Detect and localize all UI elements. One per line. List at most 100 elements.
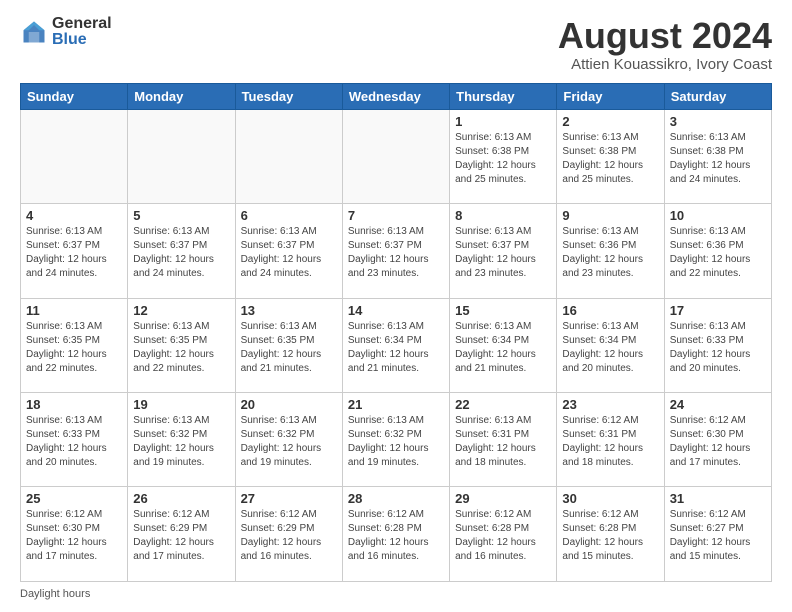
calendar-cell: 26 Sunrise: 6:12 AM Sunset: 6:29 PM Dayli… (128, 487, 235, 582)
calendar-cell: 4Sunrise: 6:13 AM Sunset: 6:37 PM Daylig… (21, 204, 128, 298)
day-number: 10 (670, 208, 766, 223)
day-info: Sunrise: 6:12 AM Sunset: 6:30 PM Dayligh… (26, 508, 122, 564)
day-info: Sunrise: 6:13 AM Sunset: 6:38 PM Dayligh… (455, 131, 551, 187)
day-number: 23 (562, 397, 658, 412)
day-number: 21 (348, 397, 444, 412)
col-wednesday: Wednesday (342, 83, 449, 109)
logo-general: General (52, 16, 112, 32)
day-info: Sunrise: 6:13 AM Sunset: 6:37 PM Dayligh… (455, 225, 551, 281)
day-info: Sunrise: 6:13 AM Sunset: 6:35 PM Dayligh… (241, 320, 337, 376)
day-info: Sunrise: 6:12 AM Sunset: 6:28 PM Dayligh… (455, 508, 551, 564)
header: General Blue August 2024 Attien Kouassik… (20, 16, 772, 73)
day-info: Sunrise: 6:13 AM Sunset: 6:32 PM Dayligh… (348, 414, 444, 470)
day-info: Sunrise: 6:12 AM Sunset: 6:31 PM Dayligh… (562, 414, 658, 470)
day-number: 14 (348, 303, 444, 318)
calendar-cell: 2 Sunrise: 6:13 AM Sunset: 6:38 PM Daylig… (557, 109, 664, 203)
day-number: 3 (670, 114, 766, 129)
calendar-cell: 22 Sunrise: 6:13 AM Sunset: 6:31 PM Dayli… (450, 393, 557, 487)
calendar-week-3: 11Sunrise: 6:13 AM Sunset: 6:35 PM Dayli… (21, 298, 772, 392)
calendar-cell: 3 Sunrise: 6:13 AM Sunset: 6:38 PM Daylig… (664, 109, 771, 203)
calendar-cell: 20 Sunrise: 6:13 AM Sunset: 6:32 PM Dayli… (235, 393, 342, 487)
title-block: August 2024 Attien Kouassikro, Ivory Coa… (558, 16, 772, 73)
day-info: Sunrise: 6:12 AM Sunset: 6:30 PM Dayligh… (670, 414, 766, 470)
day-number: 4 (26, 208, 122, 223)
calendar-cell: 13 Sunrise: 6:13 AM Sunset: 6:35 PM Dayli… (235, 298, 342, 392)
day-info: Sunrise: 6:13 AM Sunset: 6:33 PM Dayligh… (670, 320, 766, 376)
calendar-week-5: 25 Sunrise: 6:12 AM Sunset: 6:30 PM Dayli… (21, 487, 772, 582)
day-info: Sunrise: 6:12 AM Sunset: 6:28 PM Dayligh… (562, 508, 658, 564)
calendar-cell: 10 Sunrise: 6:13 AM Sunset: 6:36 PM Dayli… (664, 204, 771, 298)
day-number: 20 (241, 397, 337, 412)
day-number: 2 (562, 114, 658, 129)
page: General Blue August 2024 Attien Kouassik… (0, 0, 792, 612)
calendar-cell: 19Sunrise: 6:13 AM Sunset: 6:32 PM Dayli… (128, 393, 235, 487)
day-info: Sunrise: 6:12 AM Sunset: 6:29 PM Dayligh… (241, 508, 337, 564)
logo-text: General Blue (52, 16, 112, 48)
day-number: 25 (26, 491, 122, 506)
day-info: Sunrise: 6:13 AM Sunset: 6:36 PM Dayligh… (562, 225, 658, 281)
calendar-cell (235, 109, 342, 203)
day-number: 18 (26, 397, 122, 412)
calendar-week-2: 4 Sunrise: 6:13 AM Sunset: 6:37 PM Daylig… (21, 204, 772, 298)
day-info: Sunrise: 6:13 AM Sunset: 6:38 PM Dayligh… (562, 131, 658, 187)
col-sunday: Sunday (21, 83, 128, 109)
day-number: 29 (455, 491, 551, 506)
col-thursday: Thursday (450, 83, 557, 109)
day-number: 22 (455, 397, 551, 412)
calendar-header-row: Sunday Monday Tuesday Wednesday Thursday… (21, 83, 772, 109)
day-info: Sunrise: 6:13 AM Sunset: 6:34 PM Dayligh… (348, 320, 444, 376)
calendar-cell: 14 Sunrise: 6:13 AM Sunset: 6:34 PM Dayli… (342, 298, 449, 392)
day-info: Sunrise: 6:12 AM Sunset: 6:27 PM Dayligh… (670, 508, 766, 564)
col-friday: Friday (557, 83, 664, 109)
day-info: Sunrise: 6:13 AM Sunset: 6:35 PM Dayligh… (26, 320, 122, 376)
logo-icon (20, 18, 48, 46)
day-info: Sunrise: 6:13 AM Sunset: 6:37 PM Dayligh… (241, 225, 337, 281)
calendar-cell: 9 Sunrise: 6:13 AM Sunset: 6:36 PM Daylig… (557, 204, 664, 298)
day-info: Sunrise: 6:12 AM Sunset: 6:28 PM Dayligh… (348, 508, 444, 564)
day-number: 27 (241, 491, 337, 506)
day-info: Sunrise: 6:13 AM Sunset: 6:38 PM Dayligh… (670, 131, 766, 187)
day-info: Sunrise: 6:12 AM Sunset: 6:29 PM Dayligh… (133, 508, 229, 564)
day-info: Sunrise: 6:13 AM Sunset: 6:36 PM Dayligh… (670, 225, 766, 281)
logo-blue: Blue (52, 32, 112, 48)
day-number: 12 (133, 303, 229, 318)
calendar-week-4: 18 Sunrise: 6:13 AM Sunset: 6:33 PM Dayli… (21, 393, 772, 487)
day-number: 26 (133, 491, 229, 506)
calendar-cell: 6 Sunrise: 6:13 AM Sunset: 6:37 PM Daylig… (235, 204, 342, 298)
day-info: Sunrise: 6:13 AM Sunset: 6:34 PM Dayligh… (562, 320, 658, 376)
calendar-cell: 30Sunrise: 6:12 AM Sunset: 6:28 PM Dayli… (557, 487, 664, 582)
day-info: Sunrise: 6:13 AM Sunset: 6:34 PM Dayligh… (455, 320, 551, 376)
calendar-cell: 18 Sunrise: 6:13 AM Sunset: 6:33 PM Dayli… (21, 393, 128, 487)
calendar-cell (342, 109, 449, 203)
calendar-table: Sunday Monday Tuesday Wednesday Thursday… (20, 83, 772, 582)
col-saturday: Saturday (664, 83, 771, 109)
col-monday: Monday (128, 83, 235, 109)
day-info: Sunrise: 6:13 AM Sunset: 6:32 PM Dayligh… (241, 414, 337, 470)
day-number: 28 (348, 491, 444, 506)
day-info: Sunrise: 6:13 AM Sunset: 6:31 PM Dayligh… (455, 414, 551, 470)
main-title: August 2024 (558, 16, 772, 56)
calendar-cell: 31Sunrise: 6:12 AM Sunset: 6:27 PM Dayli… (664, 487, 771, 582)
calendar-cell: 27 Sunrise: 6:12 AM Sunset: 6:29 PM Dayli… (235, 487, 342, 582)
day-number: 1 (455, 114, 551, 129)
calendar-cell: 25 Sunrise: 6:12 AM Sunset: 6:30 PM Dayli… (21, 487, 128, 582)
calendar-cell: 1 Sunrise: 6:13 AM Sunset: 6:38 PM Daylig… (450, 109, 557, 203)
calendar-cell: 16Sunrise: 6:13 AM Sunset: 6:34 PM Dayli… (557, 298, 664, 392)
calendar-cell: 29 Sunrise: 6:12 AM Sunset: 6:28 PM Dayli… (450, 487, 557, 582)
calendar-cell (21, 109, 128, 203)
calendar-cell: 15Sunrise: 6:13 AM Sunset: 6:34 PM Dayli… (450, 298, 557, 392)
day-number: 8 (455, 208, 551, 223)
day-number: 6 (241, 208, 337, 223)
calendar-cell: 23 Sunrise: 6:12 AM Sunset: 6:31 PM Dayli… (557, 393, 664, 487)
footer-note: Daylight hours (20, 588, 772, 600)
day-number: 13 (241, 303, 337, 318)
day-number: 24 (670, 397, 766, 412)
calendar-cell: 28 Sunrise: 6:12 AM Sunset: 6:28 PM Dayli… (342, 487, 449, 582)
calendar-cell: 8 Sunrise: 6:13 AM Sunset: 6:37 PM Daylig… (450, 204, 557, 298)
subtitle: Attien Kouassikro, Ivory Coast (558, 56, 772, 73)
calendar-cell: 11Sunrise: 6:13 AM Sunset: 6:35 PM Dayli… (21, 298, 128, 392)
calendar-week-1: 1 Sunrise: 6:13 AM Sunset: 6:38 PM Daylig… (21, 109, 772, 203)
day-info: Sunrise: 6:13 AM Sunset: 6:33 PM Dayligh… (26, 414, 122, 470)
day-number: 9 (562, 208, 658, 223)
day-number: 7 (348, 208, 444, 223)
